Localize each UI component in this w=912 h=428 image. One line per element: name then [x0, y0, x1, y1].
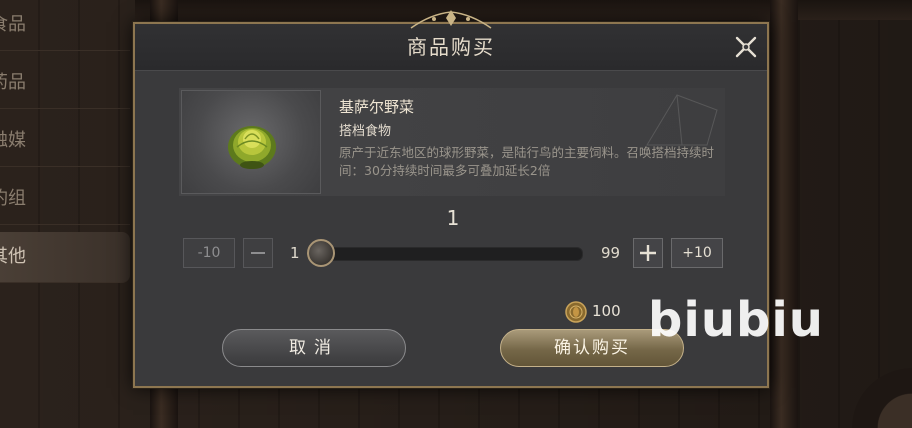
slider-max-label: 99 — [601, 244, 621, 262]
coin-icon — [565, 301, 587, 323]
minus-icon — [251, 252, 265, 254]
item-description: 原产于近东地区的球形野菜，是陆行鸟的主要饲料。召唤搭档持续时间：30分持续时间最… — [339, 145, 715, 178]
item-type: 搭档食物 — [339, 124, 392, 139]
slider-min-label: 1 — [290, 244, 300, 262]
category-sidebar: 食品 药品 触媒 钓组 其他 — [0, 0, 135, 428]
corner-ornament — [852, 368, 912, 428]
quantity-slider-handle[interactable] — [307, 239, 335, 267]
sidebar-item-label: 触媒 — [0, 130, 26, 151]
panel-decoration-icon — [646, 94, 718, 146]
item-info-panel: 基萨尔野菜 搭档食物 原产于近东地区的球形野菜，是陆行鸟的主要饲料。召唤搭档持续… — [179, 88, 725, 196]
dialog-title: 商品购买 — [407, 35, 495, 59]
watermark: biubiu — [648, 292, 824, 348]
sidebar-item-fishing[interactable]: 钓组 — [0, 174, 130, 225]
sidebar-item-label: 其他 — [0, 246, 26, 267]
close-icon[interactable] — [733, 34, 759, 60]
plus-10-button[interactable]: +10 — [671, 238, 723, 268]
quantity-display: 1 — [446, 206, 460, 230]
minus-10-button[interactable]: -10 — [183, 238, 235, 268]
plus-icon — [640, 245, 656, 261]
cabbage-icon — [228, 126, 276, 169]
sidebar-item-food[interactable]: 食品 — [0, 0, 130, 51]
background-pillar — [770, 0, 798, 428]
sidebar-item-medicine[interactable]: 药品 — [0, 58, 130, 109]
item-name: 基萨尔野菜 — [339, 98, 415, 116]
sidebar-item-label: 药品 — [0, 72, 26, 93]
sidebar-item-label: 钓组 — [0, 188, 26, 209]
sidebar-item-catalyst[interactable]: 触媒 — [0, 116, 130, 167]
sidebar-item-other[interactable]: 其他 — [0, 232, 130, 283]
sidebar-item-label: 食品 — [0, 14, 26, 35]
cancel-button[interactable]: 取消 — [222, 329, 406, 367]
price-amount: 100 — [592, 302, 621, 320]
quantity-slider-track[interactable] — [307, 247, 583, 261]
minus-button[interactable] — [243, 238, 273, 268]
plus-button[interactable] — [633, 238, 663, 268]
item-thumbnail — [181, 90, 321, 194]
